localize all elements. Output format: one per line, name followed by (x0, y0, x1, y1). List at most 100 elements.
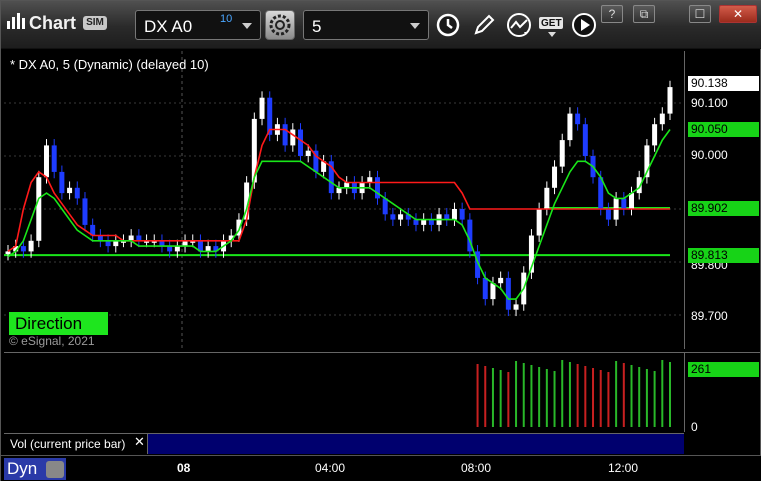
time-tick: 12:00 (608, 461, 639, 475)
chart-symbol-label: * DX A0, 5 (Dynamic) (delayed 10) (10, 57, 209, 72)
volume-bar (653, 371, 656, 427)
close-icon[interactable]: ✕ (134, 434, 145, 450)
candle-body (36, 177, 42, 241)
pencil-icon (474, 14, 495, 35)
candle-body (305, 150, 311, 156)
volume-axis: 261 0 (684, 352, 760, 434)
volume-bar (507, 372, 510, 427)
candle-body (459, 209, 465, 220)
study-bar: Vol (current price bar) ✕ (4, 433, 684, 454)
ma-price-tag: 89.902 (688, 201, 759, 216)
candle-body (659, 113, 665, 125)
clock-button[interactable] (433, 10, 463, 40)
last-price-tag: 90.138 (688, 76, 759, 91)
volume-bar (522, 363, 525, 427)
volume-bar (530, 365, 533, 427)
volume-pane[interactable] (4, 352, 684, 432)
time-tick: 08 (177, 461, 191, 475)
candle-body (59, 171, 65, 194)
volume-bar (645, 369, 648, 427)
level-price-tag: 89.813 (688, 248, 759, 263)
candle-body (629, 193, 635, 209)
green-ma-line (7, 129, 671, 300)
candle-body (390, 214, 396, 220)
candle-body (482, 277, 488, 300)
candle-body (567, 113, 573, 141)
candle-body (652, 124, 658, 146)
volume-bar (576, 364, 579, 427)
volume-bar (545, 369, 548, 427)
volume-bar (484, 366, 487, 427)
price-axis[interactable]: 90.100 90.000 89.800 89.700 90.138 90.05… (684, 51, 760, 349)
chevron-down-icon[interactable] (242, 23, 252, 29)
candle-body (67, 187, 73, 194)
volume-bar (568, 362, 571, 427)
volume-bar (584, 366, 587, 427)
maximize-button[interactable]: ☐ (689, 5, 711, 23)
candle-body (505, 277, 511, 310)
candle-body (74, 187, 80, 199)
play-icon (572, 13, 596, 37)
candle-body (552, 166, 558, 188)
volume-zero-tick: 0 (691, 420, 698, 434)
volume-bar (515, 361, 518, 427)
volume-bar (607, 372, 610, 427)
ma-price-tag: 90.050 (688, 122, 759, 137)
candle-body (605, 209, 611, 220)
chevron-down-icon[interactable] (410, 23, 420, 29)
interval-value: 5 (312, 17, 322, 36)
sim-badge: SIM (83, 16, 107, 30)
candle-body (544, 187, 550, 209)
candle-body (575, 113, 581, 125)
symbol-input[interactable]: DX A0 10 (135, 10, 261, 40)
volume-bar (499, 370, 502, 427)
direction-badge[interactable]: Direction (9, 312, 108, 335)
price-tick: 89.700 (691, 309, 728, 323)
price-chart-pane[interactable]: * DX A0, 5 (Dynamic) (delayed 10) Direct… (4, 51, 684, 349)
price-tick: 90.000 (691, 148, 728, 162)
restore-button[interactable]: ⧉ (633, 5, 655, 23)
candle-body (451, 209, 457, 220)
volume-bar (622, 363, 625, 427)
volume-bar (592, 368, 595, 427)
volume-svg (476, 360, 671, 427)
candle-body (282, 124, 288, 146)
candle-body (536, 209, 542, 236)
candle-body (20, 246, 26, 252)
volume-bar (538, 367, 541, 427)
candle-body (621, 198, 627, 209)
volume-bar (661, 360, 664, 427)
settings-button[interactable] (265, 10, 295, 40)
volume-bar (630, 365, 633, 427)
candle-body (382, 198, 388, 215)
time-tick: 04:00 (315, 461, 346, 475)
candle-body (82, 198, 88, 225)
study-tab[interactable]: Vol (current price bar) ✕ (4, 434, 148, 454)
clock-icon (436, 13, 460, 37)
time-axis[interactable]: Dyn 08 04:00 08:00 12:00 (1, 455, 761, 481)
candle-body (667, 87, 673, 114)
volume-bar (476, 364, 479, 427)
candle-body (398, 214, 404, 220)
price-tick: 90.100 (691, 96, 728, 110)
window-title: Chart (29, 13, 77, 33)
study-label: Vol (current price bar) (10, 437, 126, 451)
interval-input[interactable]: 5 (303, 10, 429, 40)
volume-bar (599, 370, 602, 427)
gear-icon (269, 14, 291, 36)
draw-button[interactable] (469, 10, 499, 40)
help-button[interactable]: ? (601, 5, 623, 23)
copyright-text: © eSignal, 2021 (9, 334, 95, 348)
dynamic-label: Dyn (7, 459, 38, 478)
get-button[interactable]: GET (537, 10, 567, 40)
volume-bar (561, 360, 564, 427)
close-button[interactable]: ✕ (719, 5, 757, 23)
time-tick: 08:00 (461, 461, 492, 475)
link-icon[interactable] (46, 461, 64, 478)
studies-button[interactable] (504, 10, 534, 40)
dynamic-button[interactable]: Dyn (4, 458, 66, 480)
candle-body (28, 240, 34, 252)
play-button[interactable] (569, 10, 599, 40)
volume-bar (638, 367, 641, 427)
volume-bar (615, 361, 618, 427)
